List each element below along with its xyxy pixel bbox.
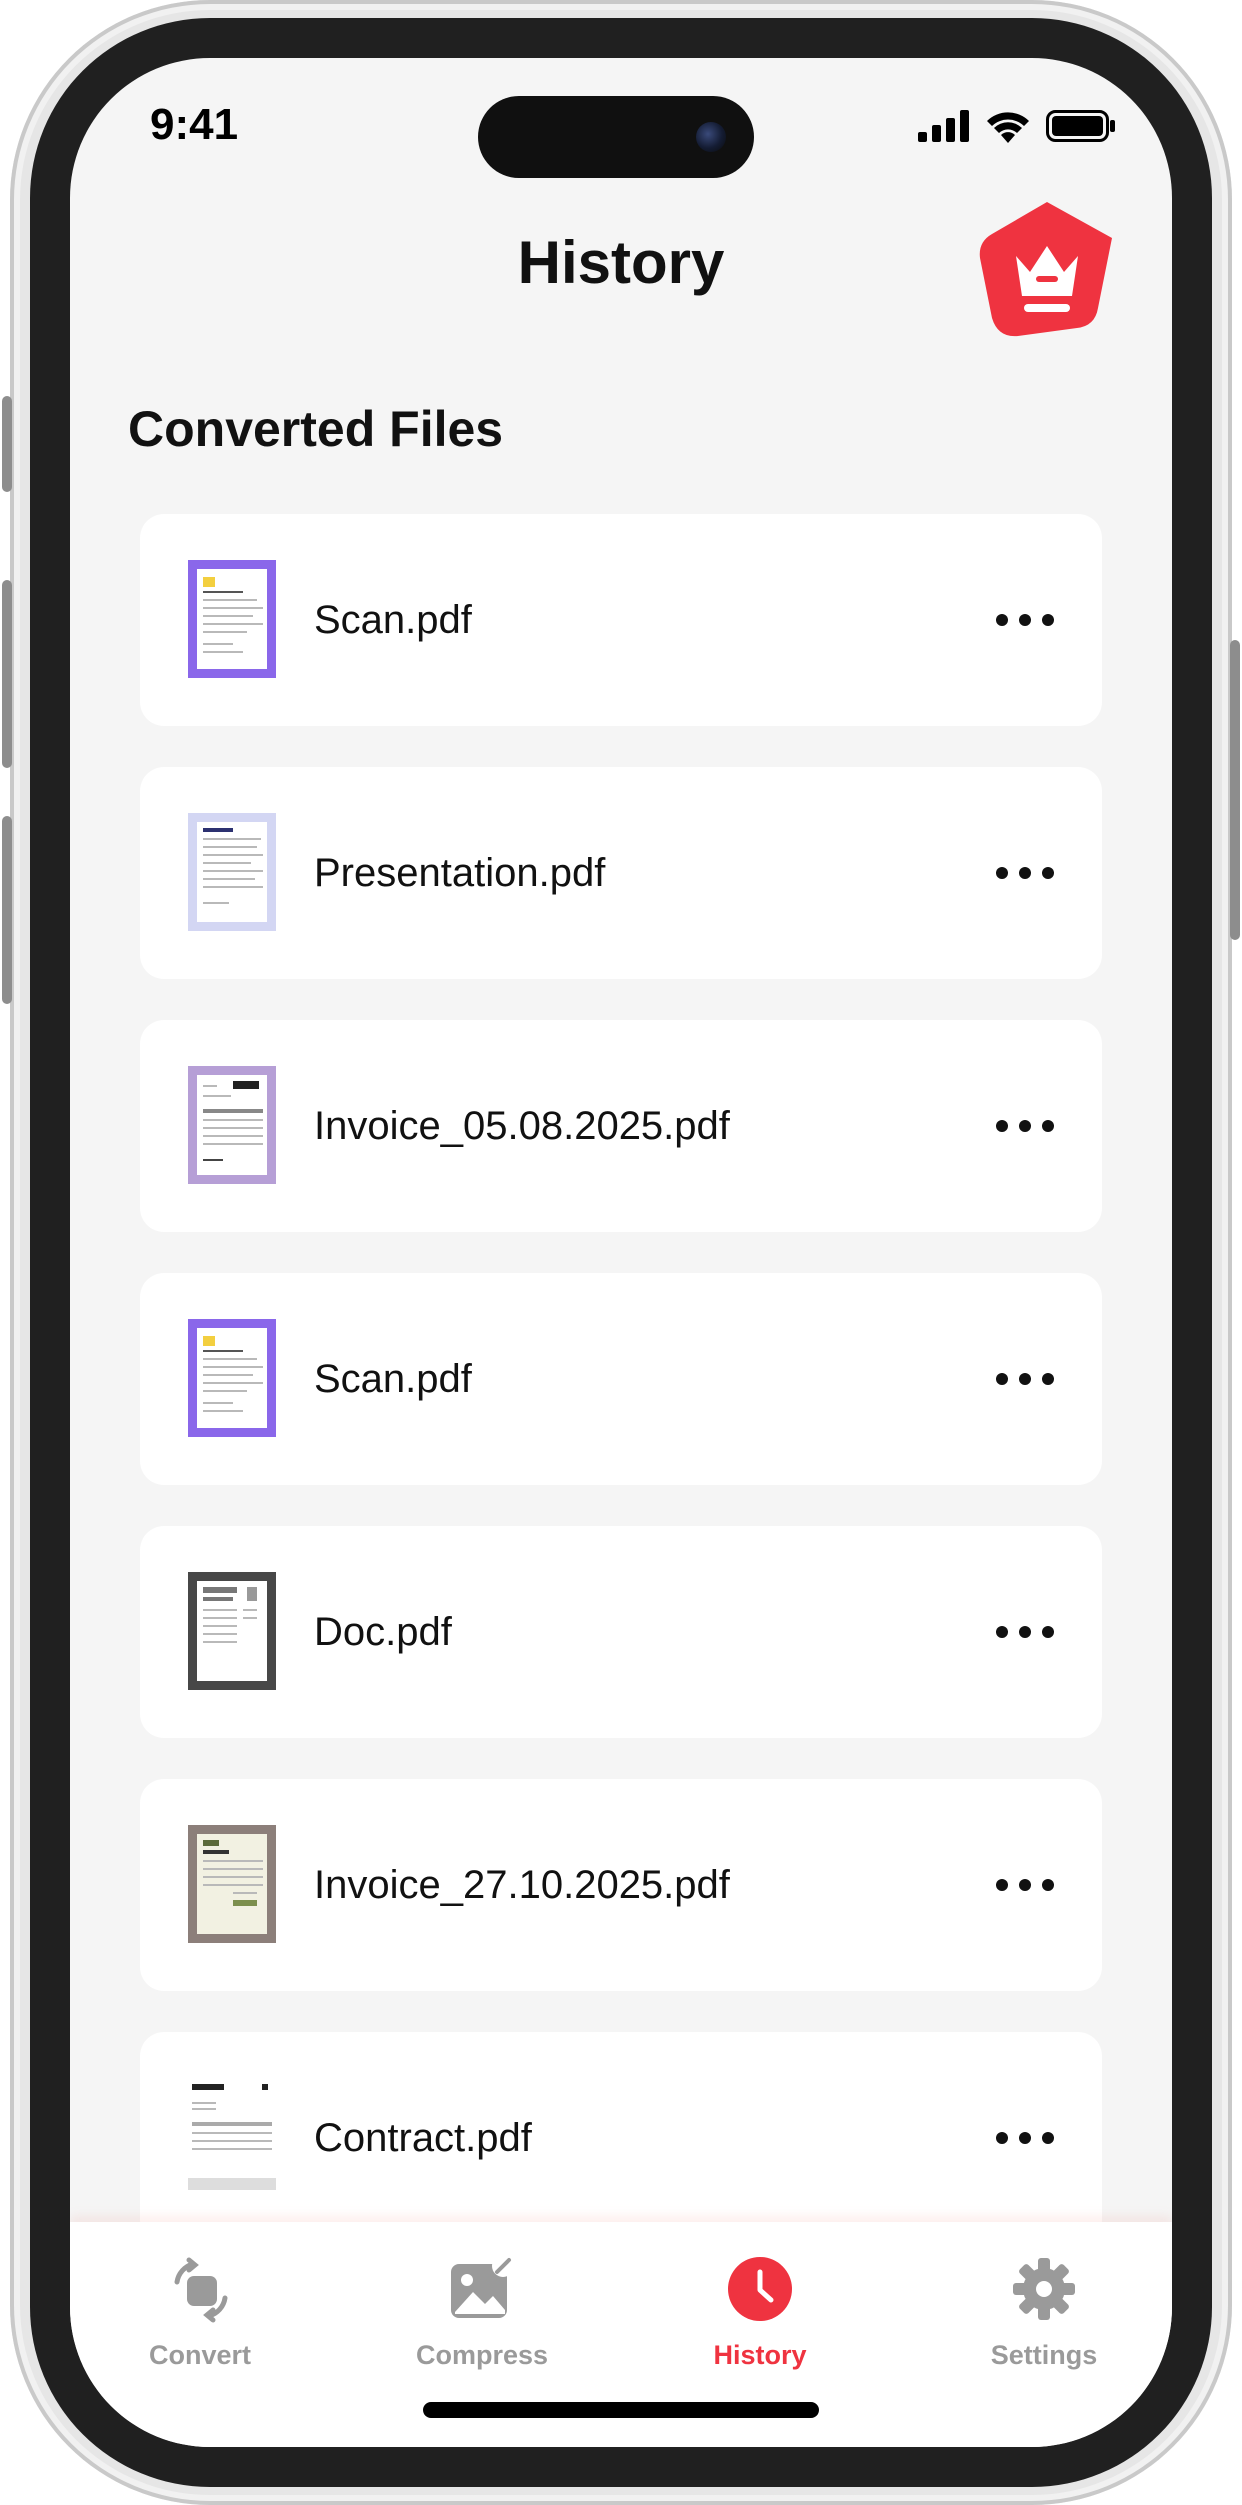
file-thumbnail [188,813,276,931]
file-card[interactable]: Scan.pdf [140,1273,1102,1485]
more-dot [996,1879,1008,1891]
front-camera [696,122,726,152]
clock-icon [728,2257,792,2321]
more-dot [1019,1626,1031,1638]
tab-convert[interactable]: Convert [130,2222,270,2382]
more-dot [996,2132,1008,2144]
file-name: Scan.pdf [314,598,472,642]
battery-icon [1046,110,1115,142]
file-card[interactable]: Contract.pdf [140,2032,1102,2244]
tab-settings-label: Settings [990,2340,1098,2370]
more-dot [996,1626,1008,1638]
file-name: Contract.pdf [314,2116,532,2160]
more-dot [1019,867,1031,879]
more-dot [1019,2132,1031,2144]
phone-side-button [2,816,12,1004]
phone-side-button [2,396,12,492]
tab-history[interactable]: History [690,2222,830,2382]
more-options-button[interactable] [996,1865,1054,1905]
status-time: 9:41 [150,100,239,149]
tab-convert-label: Convert [148,2340,251,2370]
signal-icon [918,110,969,142]
more-options-button[interactable] [996,853,1054,893]
gear-icon [1013,2258,1075,2320]
more-dot [1042,1879,1054,1891]
tab-history-label: History [713,2340,807,2370]
file-card[interactable]: Presentation.pdf [140,767,1102,979]
more-dot [1019,1120,1031,1132]
file-thumbnail [188,1066,276,1184]
file-card[interactable]: Invoice_05.08.2025.pdf [140,1020,1102,1232]
tab-settings[interactable]: Settings [974,2222,1114,2382]
more-dot [1019,1879,1031,1891]
image-compress-icon [451,2255,514,2318]
more-dot [996,1120,1008,1132]
file-thumbnail [188,1825,276,1943]
file-name: Invoice_27.10.2025.pdf [314,1863,730,1907]
file-thumbnail [188,2078,276,2196]
section-title: Converted Files [128,401,504,457]
file-name: Invoice_05.08.2025.pdf [314,1104,730,1148]
file-name: Scan.pdf [314,1357,472,1401]
app-screen: 9:41 History Converted Files Scan.pdf Pr… [70,58,1172,2447]
more-dot [1042,1120,1054,1132]
more-options-button[interactable] [996,1612,1054,1652]
more-dot [996,614,1008,626]
tab-compress-label: Compress [415,2340,549,2370]
dynamic-island [478,96,754,178]
premium-button[interactable] [974,196,1120,342]
crown-icon [979,202,1112,337]
phone-side-button [1230,640,1240,940]
more-options-button[interactable] [996,1359,1054,1399]
home-indicator [423,2402,819,2418]
more-dot [996,867,1008,879]
file-name: Doc.pdf [314,1610,452,1654]
more-options-button[interactable] [996,600,1054,640]
more-dot [1042,614,1054,626]
convert-icon [174,2257,228,2323]
more-dot [1019,1373,1031,1385]
tab-compress[interactable]: Compress [402,2222,562,2382]
file-thumbnail [188,1319,276,1437]
more-dot [1019,614,1031,626]
file-card[interactable]: Scan.pdf [140,514,1102,726]
more-dot [1042,1373,1054,1385]
phone-side-button [2,580,12,768]
file-card[interactable]: Doc.pdf [140,1526,1102,1738]
more-dot [1042,2132,1054,2144]
status-icons [918,108,1116,144]
wifi-icon [987,112,1029,143]
more-options-button[interactable] [996,2118,1054,2158]
file-card[interactable]: Invoice_27.10.2025.pdf [140,1779,1102,1991]
file-thumbnail [188,1572,276,1690]
more-dot [1042,867,1054,879]
more-dot [996,1373,1008,1385]
more-options-button[interactable] [996,1106,1054,1146]
file-thumbnail [188,560,276,678]
more-dot [1042,1626,1054,1638]
file-name: Presentation.pdf [314,851,606,895]
